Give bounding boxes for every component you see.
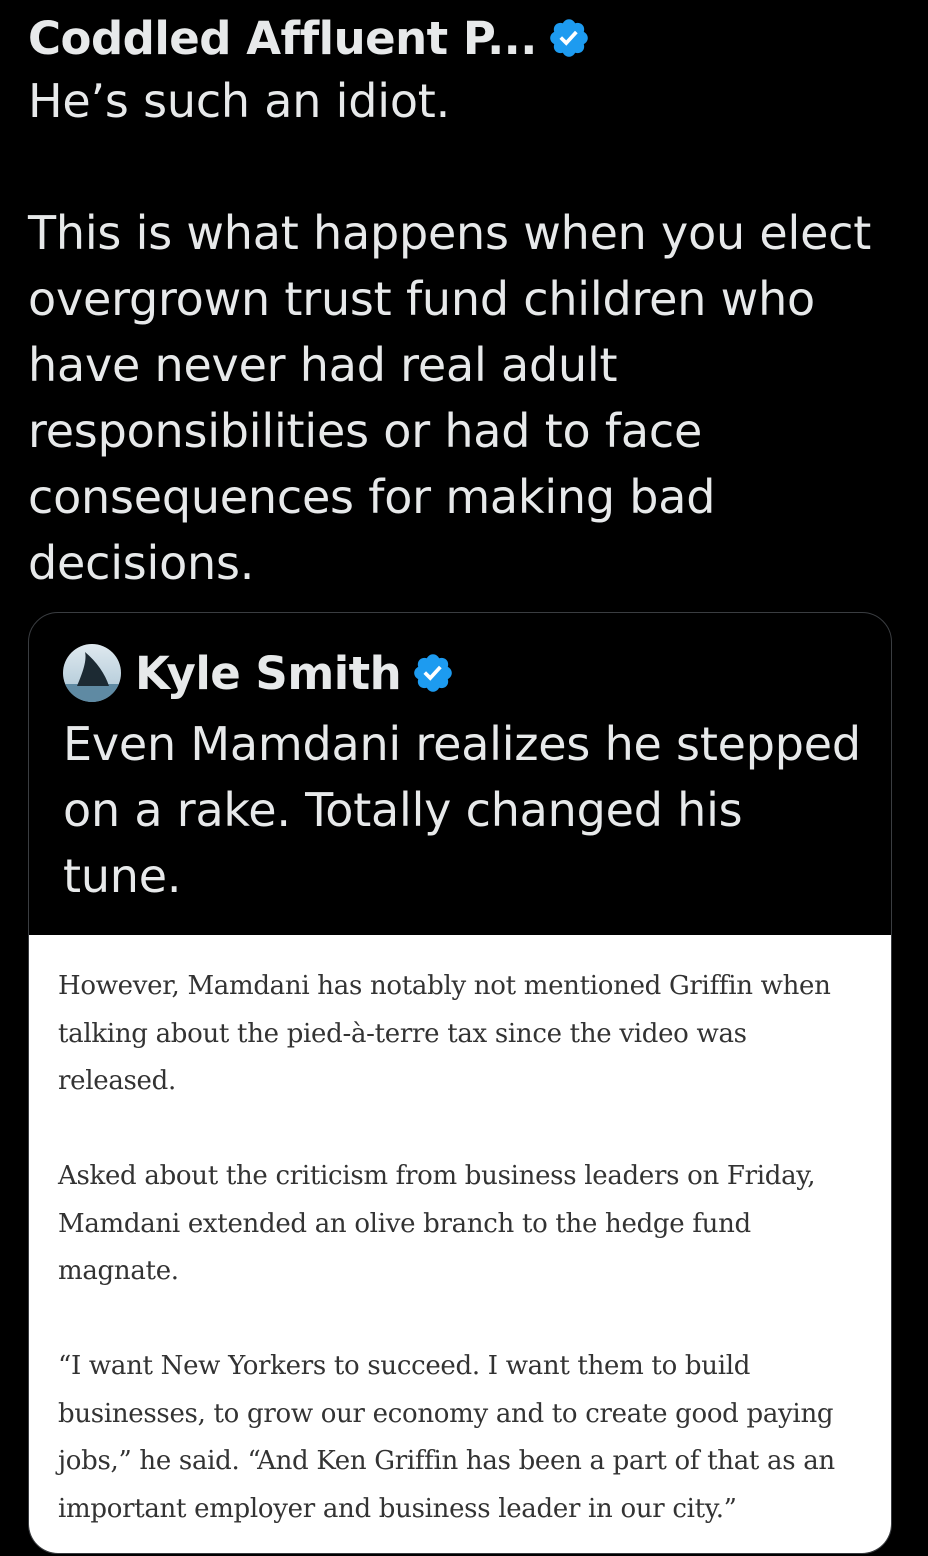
verified-badge-icon — [550, 19, 588, 57]
quoted-post-header: Kyle Smith — [63, 643, 455, 703]
verified-badge-icon — [414, 654, 453, 692]
quoted-post-text: Even Mamdani realizes he stepped on a ra… — [63, 717, 861, 903]
article-paragraph: “I want New Yorkers to succeed. I want t… — [58, 1351, 835, 1524]
post[interactable]: Coddled Affluent P... He’s such an idiot… — [28, 0, 900, 596]
post-text: He’s such an idiot. This is what happens… — [28, 74, 872, 590]
avatar[interactable] — [63, 644, 121, 702]
article-paragraph: However, Mamdani has notably not mention… — [58, 971, 831, 1096]
post-header: Coddled Affluent P... — [28, 0, 900, 76]
author-name[interactable]: Coddled Affluent P... — [28, 12, 537, 65]
shark-fin-avatar-icon — [63, 644, 121, 702]
quoted-author-name[interactable]: Kyle Smith — [135, 647, 402, 700]
article-screenshot-image[interactable]: However, Mamdani has notably not mention… — [29, 935, 891, 1553]
quoted-post-card[interactable]: Kyle Smith Even Mamdani realizes he step… — [28, 612, 892, 1554]
article-paragraph: Asked about the criticism from business … — [58, 1161, 816, 1286]
